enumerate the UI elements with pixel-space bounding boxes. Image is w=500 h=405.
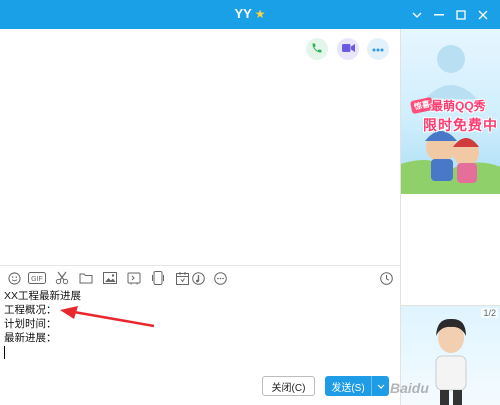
video-call-button[interactable] bbox=[337, 38, 359, 60]
title-bar: YY ★ bbox=[0, 0, 500, 29]
chevron-down-icon[interactable] bbox=[406, 6, 428, 24]
watermark: Baidu bbox=[390, 380, 429, 396]
page-indicator[interactable]: 1/2 bbox=[481, 308, 498, 318]
editor-line: 最新进展： bbox=[4, 332, 57, 344]
chat-message-area bbox=[0, 29, 400, 265]
more-icon[interactable] bbox=[212, 270, 228, 286]
close-button[interactable]: 关闭(C) bbox=[262, 376, 315, 396]
clock-icon[interactable] bbox=[378, 270, 394, 286]
annotation-arrow bbox=[60, 306, 155, 328]
phone-device-icon[interactable] bbox=[150, 270, 166, 286]
text-caret bbox=[4, 346, 5, 359]
image-icon[interactable] bbox=[102, 270, 118, 286]
calendar-icon[interactable] bbox=[174, 270, 190, 286]
minimize-icon[interactable] bbox=[428, 6, 450, 24]
maximize-icon[interactable] bbox=[450, 6, 472, 24]
folder-icon[interactable] bbox=[78, 270, 94, 286]
phone-icon bbox=[311, 42, 323, 57]
window-title-text: YY bbox=[234, 6, 252, 21]
emoji-icon[interactable] bbox=[6, 270, 22, 286]
input-toolbar: GIF bbox=[0, 265, 400, 287]
gif-icon[interactable]: GIF bbox=[27, 270, 47, 286]
send-options-button[interactable] bbox=[371, 376, 389, 396]
phone-screen-icon[interactable] bbox=[126, 270, 142, 286]
scissors-icon[interactable] bbox=[54, 270, 70, 286]
close-icon[interactable] bbox=[472, 6, 494, 24]
audio-icon[interactable] bbox=[190, 270, 206, 286]
send-button[interactable]: 发送(S) bbox=[325, 376, 371, 396]
editor-line: XX工程最新进展 bbox=[4, 290, 82, 302]
sidebar-panel: 惊喜 最萌QQ秀 限时免费中 1/2 bbox=[400, 29, 500, 405]
video-camera-icon bbox=[341, 43, 355, 56]
qq-show-ad[interactable]: 惊喜 最萌QQ秀 限时免费中 bbox=[401, 29, 500, 194]
more-dots-icon bbox=[372, 43, 384, 55]
voice-call-button[interactable] bbox=[306, 38, 328, 60]
more-options-button[interactable] bbox=[367, 38, 389, 60]
chevron-down-icon bbox=[377, 380, 385, 392]
star-icon: ★ bbox=[254, 7, 266, 21]
ad-headline: 最萌QQ秀 bbox=[431, 99, 486, 113]
ad-subheadline: 限时免费中 bbox=[423, 117, 498, 133]
svg-text:GIF: GIF bbox=[31, 276, 43, 283]
